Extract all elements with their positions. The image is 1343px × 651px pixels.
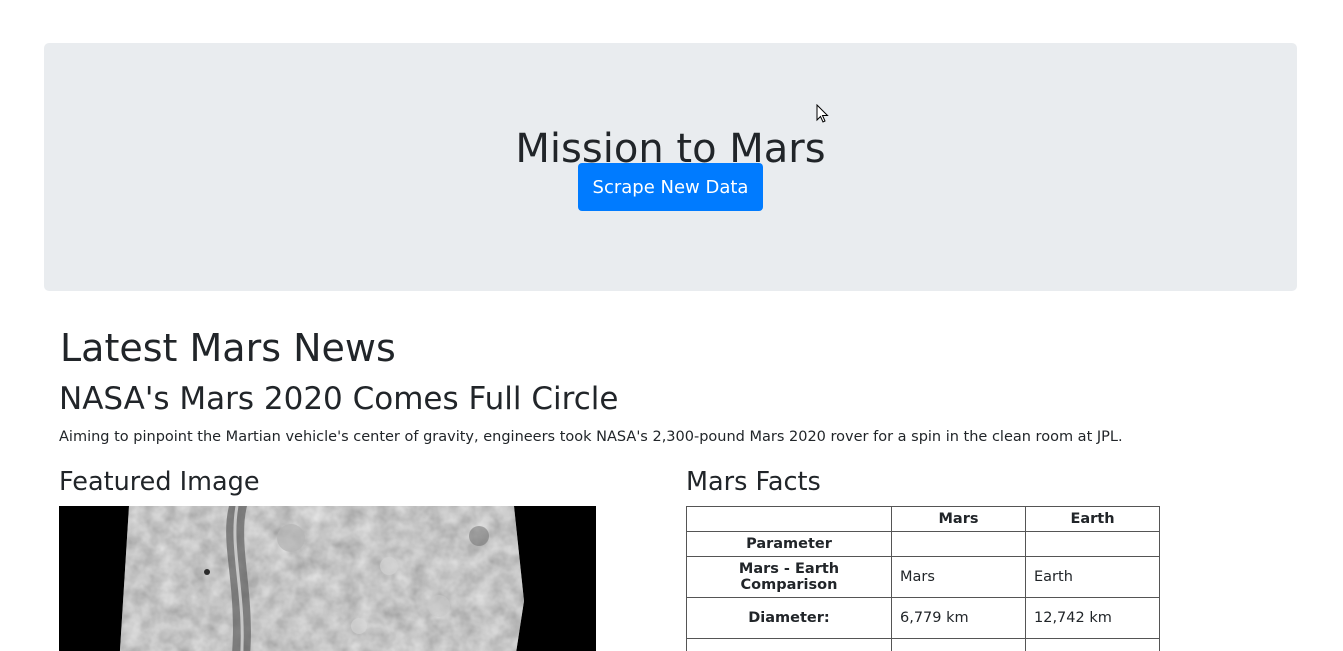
mars-value: Mars [891,556,1026,598]
row-param: Mars - Earth Comparison [686,556,892,598]
index-label: Parameter [686,531,892,557]
earth-value: 12,742 km [1025,597,1160,639]
table-index-row: Parameter [686,531,1160,557]
table-header-cell [1025,531,1160,557]
earth-value [1025,638,1160,651]
news-article-teaser: Aiming to pinpoint the Martian vehicle's… [59,429,1123,445]
jumbotron: Mission to Mars Scrape New Data [44,43,1297,291]
featured-image [59,506,596,651]
mars-value [891,638,1026,651]
mouse-cursor-icon [816,104,829,123]
row-param [686,638,892,651]
mars-surface-image [59,506,596,651]
news-article-title: NASA's Mars 2020 Comes Full Circle [59,381,619,417]
mars-facts-table: Mars Earth Parameter Mars - Earth Compar… [686,506,1160,651]
table-header-cell [686,506,892,532]
earth-value: Earth [1025,556,1160,598]
scrape-new-data-button[interactable]: Scrape New Data [578,163,763,211]
mars-facts-heading: Mars Facts [686,467,821,497]
mars-value: 6,779 km [891,597,1026,639]
table-header-cell [891,531,1026,557]
latest-news-heading: Latest Mars News [60,326,396,370]
table-row [686,638,1160,651]
table-header-row: Mars Earth [686,506,1160,532]
table-header-cell: Mars [891,506,1026,532]
featured-image-heading: Featured Image [59,467,260,497]
table-row: Mars - Earth Comparison Mars Earth [686,556,1160,598]
row-param: Diameter: [686,597,892,639]
table-header-cell: Earth [1025,506,1160,532]
table-row: Diameter: 6,779 km 12,742 km [686,597,1160,639]
